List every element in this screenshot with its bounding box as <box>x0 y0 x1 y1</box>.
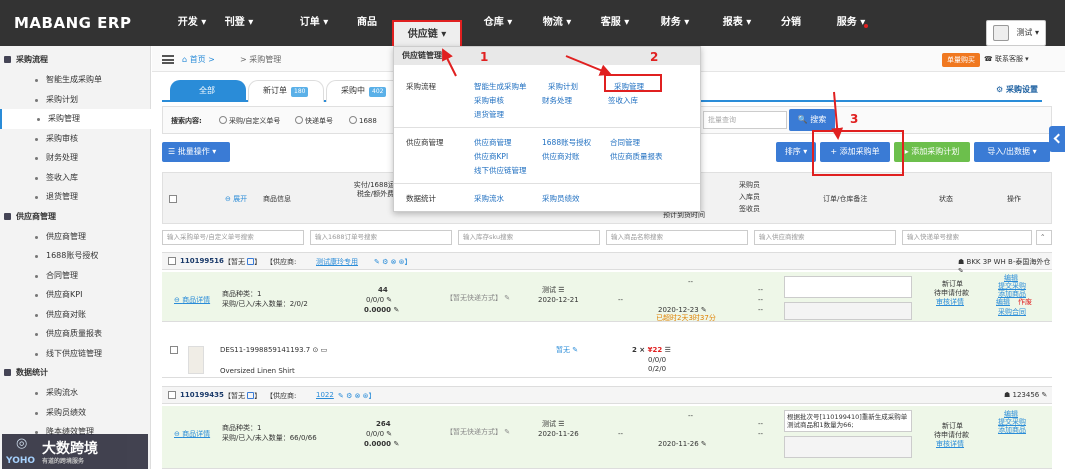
arrow-2 <box>565 55 612 76</box>
side-collapse-tab[interactable] <box>1049 126 1065 152</box>
arrow-3 <box>831 91 844 140</box>
arrow-1 <box>442 48 457 77</box>
annotation-arrows <box>442 48 844 140</box>
